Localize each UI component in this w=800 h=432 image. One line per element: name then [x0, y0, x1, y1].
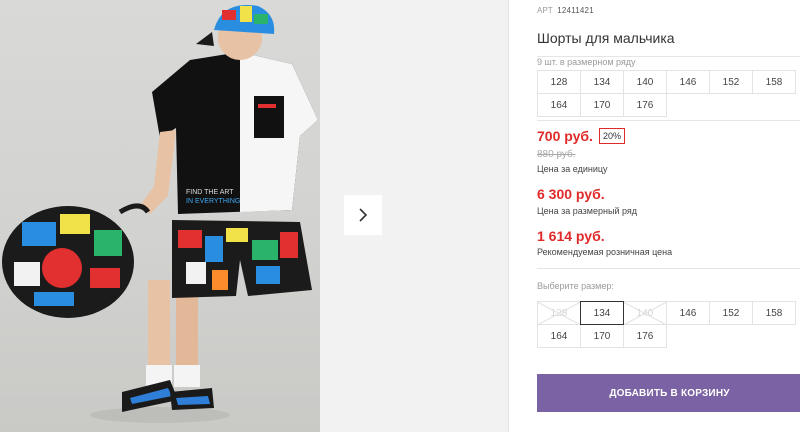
- divider: [537, 120, 800, 121]
- article-number: АРТ 12411421: [537, 6, 594, 15]
- size-range-cell: 152: [709, 70, 753, 94]
- size-range-cell: 128: [537, 70, 581, 94]
- svg-text:IN EVERYTHING: IN EVERYTHING: [186, 198, 240, 205]
- choose-size-label: Выберите размер:: [537, 281, 614, 291]
- divider: [537, 268, 800, 269]
- next-photo-button[interactable]: [344, 195, 382, 235]
- product-photo-illustration: FIND THE ART IN EVERYTHING: [2, 5, 318, 423]
- product-gallery: FIND THE ART IN EVERYTHING: [0, 0, 508, 432]
- retail-price-label: Рекомендуемая розничная цена: [537, 247, 673, 257]
- size-range-cell: 158: [752, 70, 796, 94]
- unit-price-label: Цена за единицу: [537, 164, 608, 174]
- size-option-164[interactable]: 164: [537, 324, 581, 348]
- retail-price: 1 614 руб.: [537, 228, 605, 244]
- svg-text:FIND THE ART: FIND THE ART: [186, 189, 234, 196]
- size-range-cell: 134: [580, 70, 624, 94]
- size-range-cell: 140: [623, 70, 667, 94]
- size-range-cell: 164: [537, 93, 581, 117]
- size-option-176[interactable]: 176: [623, 324, 667, 348]
- size-selector: 128 134 140 146 152 158 164 170 176: [537, 301, 796, 348]
- unit-price: 700 руб.: [537, 128, 593, 144]
- size-option-146[interactable]: 146: [666, 301, 710, 325]
- range-price-label: Цена за размерный ряд: [537, 206, 638, 216]
- price-row: 700 руб. 20%: [537, 128, 625, 144]
- product-photo[interactable]: FIND THE ART IN EVERYTHING: [0, 0, 320, 432]
- chevron-right-icon: [359, 208, 368, 222]
- size-range-cell: 176: [623, 93, 667, 117]
- size-option-158[interactable]: 158: [752, 301, 796, 325]
- size-option-170[interactable]: 170: [580, 324, 624, 348]
- size-range-note: 9 шт. в размерном ряду: [537, 57, 636, 67]
- add-to-cart-button[interactable]: ДОБАВИТЬ В КОРЗИНУ: [537, 374, 800, 412]
- size-range-cell: 146: [666, 70, 710, 94]
- size-option-140[interactable]: 140: [623, 301, 667, 325]
- size-option-152[interactable]: 152: [709, 301, 753, 325]
- old-price: 880 руб.: [537, 149, 576, 160]
- size-option-134[interactable]: 134: [580, 301, 624, 325]
- size-option-128[interactable]: 128: [537, 301, 581, 325]
- discount-badge: 20%: [598, 128, 625, 144]
- size-range-grid: 128 134 140 146 152 158 164 170 176: [537, 70, 796, 117]
- range-price: 6 300 руб.: [537, 186, 605, 202]
- size-range-cell: 170: [580, 93, 624, 117]
- product-info-panel: АРТ 12411421 Шорты для мальчика 9 шт. в …: [509, 0, 800, 432]
- product-title: Шорты для мальчика: [537, 30, 675, 46]
